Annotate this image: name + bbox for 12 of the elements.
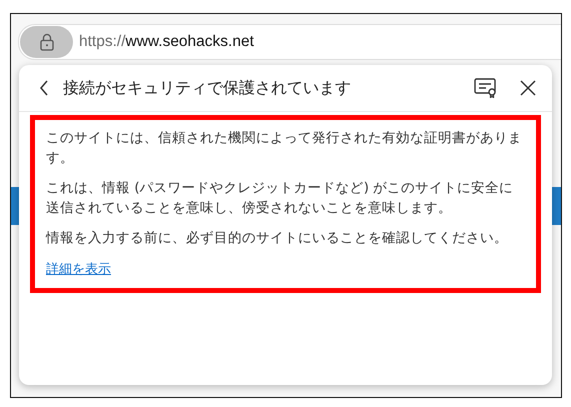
back-icon <box>39 80 49 96</box>
certificate-icon <box>474 78 498 98</box>
info-paragraph: このサイトには、信頼された機関によって発行された有効な証明書があります。 <box>46 129 523 168</box>
popup-title: 接続がセキュリティで保護されています <box>63 78 352 98</box>
close-icon <box>520 80 536 96</box>
info-paragraph: 情報を入力する前に、必ず目的のサイトにいることを確認してください。 <box>46 229 509 248</box>
details-link[interactable]: 詳細を表示 <box>46 262 111 277</box>
url-text: https://www.seohacks.net <box>79 33 254 51</box>
address-bar[interactable]: https://www.seohacks.net <box>18 24 561 60</box>
lock-icon <box>38 33 54 51</box>
info-paragraph: これは、情報 (パスワードやクレジットカードなど) がこのサイトに安全に送信されていることを意味し、傍受されないことを意味します。 <box>46 179 514 218</box>
site-info-button[interactable] <box>20 26 73 58</box>
